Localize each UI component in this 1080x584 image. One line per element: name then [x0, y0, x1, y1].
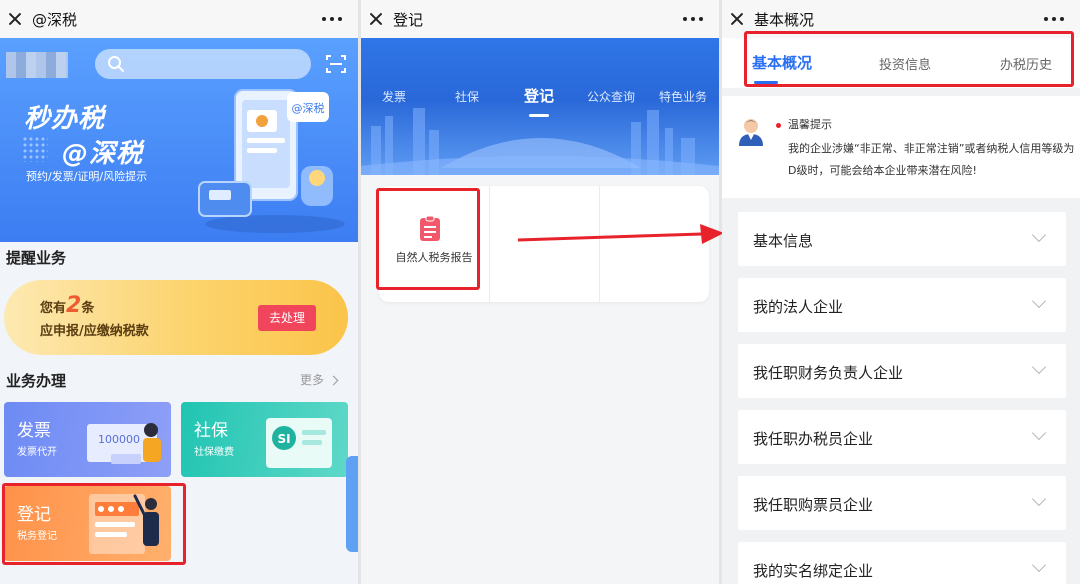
reminder-prefix: 您有 [40, 301, 67, 316]
window-title: 基本概况 [754, 10, 815, 29]
window-title: 登记 [393, 10, 424, 29]
service-subtitle: 社保缴费 [194, 447, 234, 458]
notice-body: 我的企业涉嫌“非正常、非正常注销”或者纳税人信用等级为D级时，可能会给本企业带来… [788, 142, 1075, 177]
notice-card: 温馨提示 我的企业涉嫌“非正常、非正常注销”或者纳税人信用等级为D级时，可能会给… [722, 96, 1080, 198]
service-name: 社保 [194, 421, 228, 441]
service-name: 发票 [17, 421, 51, 441]
service-card-social-security[interactable]: SI 社保 社保缴费 [181, 402, 348, 477]
tab-public-query[interactable]: 公众查询 [587, 88, 635, 105]
chevron-down-icon [1031, 293, 1047, 309]
home-screen: @深税 秒办税 @深税 预约/发票/证明/风险提示 @深税 提醒业务 您有2条 … [0, 0, 358, 584]
decorative-dots [22, 136, 48, 162]
banner-title-line2: @深税 [62, 139, 144, 169]
service-subtitle: 发票代开 [17, 447, 57, 458]
reminder-card[interactable]: 您有2条 应申报/应缴纳税款 去处理 [4, 280, 348, 355]
close-icon[interactable] [730, 12, 744, 26]
title-bar: 登记 [361, 0, 719, 38]
accordion-finance-head-company[interactable]: 我任职财务负责人企业 [738, 344, 1066, 398]
chevron-down-icon [1031, 557, 1047, 573]
accordion-label: 我的实名绑定企业 [753, 562, 874, 580]
title-bar: @深税 [0, 0, 358, 38]
search-input[interactable] [95, 49, 311, 79]
registration-screen: 登记 发票 社保 登记 公众查询 特色业务 自然人税务报告 [361, 0, 719, 584]
reminder-count: 2 [66, 293, 82, 318]
more-label: 更多 [300, 373, 325, 387]
screenshot-composite: @深税 秒办税 @深税 预约/发票/证明/风险提示 @深税 提醒业务 您有2条 … [0, 0, 1080, 584]
close-icon[interactable] [369, 12, 383, 26]
handle-button[interactable]: 去处理 [258, 305, 316, 331]
accordion-basic-info[interactable]: 基本信息 [738, 212, 1066, 266]
invoice-illustration: 100000 [87, 423, 161, 464]
svg-text:SI: SI [277, 432, 290, 446]
accordion-tax-agent-company[interactable]: 我任职办税员企业 [738, 410, 1066, 464]
chevron-right-icon [328, 375, 339, 386]
accordion-label: 我任职购票员企业 [753, 496, 874, 514]
chevron-down-icon [1031, 425, 1047, 441]
reminder-description: 应申报/应缴纳税款 [40, 324, 149, 339]
banner-subtitle: 预约/发票/证明/风险提示 [26, 170, 148, 183]
svg-text:100000: 100000 [98, 433, 140, 446]
window-title: @深税 [32, 10, 78, 29]
accordion-invoice-buyer-company[interactable]: 我任职购票员企业 [738, 476, 1066, 530]
scan-icon[interactable] [326, 54, 346, 74]
active-tab-indicator [529, 114, 549, 117]
tab-invoice[interactable]: 发票 [382, 88, 406, 105]
reminder-count-line: 您有2条 [40, 293, 94, 318]
services-section-title: 业务办理 [6, 372, 67, 390]
banner-title-line1: 秒办税 [24, 104, 106, 134]
chevron-down-icon [1031, 227, 1047, 243]
blurred-avatar [6, 52, 68, 78]
accordion-legal-person-company[interactable]: 我的法人企业 [738, 278, 1066, 332]
red-arrow-annotation [517, 224, 724, 244]
svg-text:@深税: @深税 [292, 101, 325, 115]
staff-avatar-icon [739, 119, 763, 146]
reminder-suffix: 条 [81, 301, 95, 316]
chevron-down-icon [1031, 359, 1047, 375]
accordion-realname-bound-company[interactable]: 我的实名绑定企业 [738, 542, 1066, 584]
phone-illustration: @深税 [198, 89, 345, 233]
notice-dot [776, 123, 781, 128]
search-icon [108, 56, 124, 72]
close-icon[interactable] [8, 12, 22, 26]
highlight-box-registration [2, 483, 186, 565]
more-options-icon[interactable] [683, 17, 703, 21]
more-options-icon[interactable] [322, 17, 342, 21]
city-skyline-illustration [361, 108, 719, 175]
basic-overview-screen: 基本概况 基本概况 投资信息 办税历史 温馨提示 我的企业涉嫌“非正常、非正常注… [722, 0, 1080, 584]
tab-registration[interactable]: 登记 [524, 85, 554, 106]
notice-title: 温馨提示 [788, 118, 832, 131]
tab-social-security[interactable]: 社保 [455, 88, 479, 105]
promo-banner[interactable]: 秒办税 @深税 预约/发票/证明/风险提示 @深税 [0, 38, 358, 242]
reminder-section-title: 提醒业务 [6, 249, 67, 267]
more-link[interactable]: 更多 [300, 371, 339, 388]
highlight-box-tax-report [376, 188, 480, 290]
accordion-label: 我任职财务负责人企业 [753, 364, 904, 382]
highlight-box-tabs [744, 31, 1074, 87]
floating-side-tab[interactable] [346, 456, 358, 552]
tab-featured-services[interactable]: 特色业务 [659, 88, 707, 105]
social-security-illustration: SI [266, 418, 332, 468]
chevron-down-icon [1031, 491, 1047, 507]
accordion-label: 我的法人企业 [753, 298, 844, 316]
accordion-label: 基本信息 [753, 232, 814, 250]
registration-banner: 发票 社保 登记 公众查询 特色业务 [361, 38, 719, 175]
grid-divider [489, 186, 490, 302]
accordion-label: 我任职办税员企业 [753, 430, 874, 448]
service-card-invoice[interactable]: 100000 发票 发票代开 [4, 402, 171, 477]
more-options-icon[interactable] [1044, 17, 1064, 21]
